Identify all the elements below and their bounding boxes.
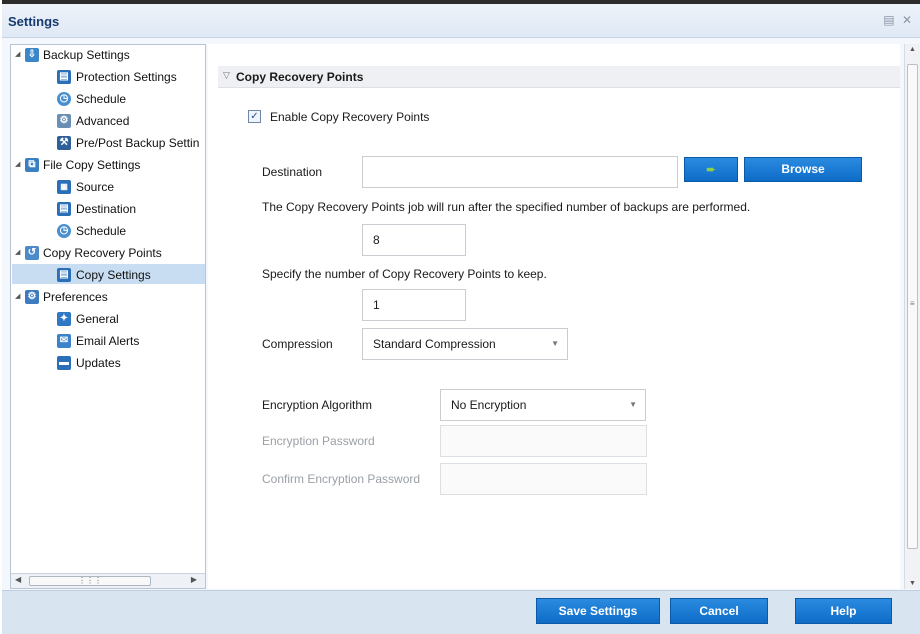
- schedule-icon: ◷: [57, 92, 71, 106]
- dropdown-caret-icon: ▼: [551, 339, 559, 348]
- section-title: Copy Recovery Points: [236, 70, 364, 84]
- tree-item-label: Destination: [76, 202, 137, 216]
- scroll-left-icon[interactable]: ◀: [15, 575, 21, 584]
- footer-bar: Save Settings Cancel Help: [2, 590, 920, 634]
- window-title: Settings: [8, 14, 60, 29]
- destination-go-button[interactable]: ➨: [684, 157, 738, 182]
- content-vertical-scrollbar[interactable]: ▲ ≡ ▼: [904, 44, 920, 589]
- tree-item-label: Source: [76, 180, 115, 194]
- grip-icon: ≡: [910, 299, 915, 308]
- tree-item-label: Copy Recovery Points: [43, 246, 162, 260]
- schedule-icon: ◷: [57, 224, 71, 238]
- restore-icon[interactable]: ▤: [883, 13, 894, 27]
- general-icon: ✦: [57, 312, 71, 326]
- keep-info-text: Specify the number of Copy Recovery Poin…: [262, 267, 547, 281]
- updates-icon: ▬: [57, 356, 71, 370]
- copy-recovery-points-icon: ↺: [25, 246, 39, 260]
- tree-horizontal-scrollbar[interactable]: ◀ ⋮⋮⋮ ▶: [11, 573, 205, 588]
- title-bar-controls: ▤ ✕: [879, 13, 912, 27]
- backups-info-text: The Copy Recovery Points job will run af…: [262, 200, 751, 214]
- confirm-password-label: Confirm Encryption Password: [262, 472, 421, 486]
- protection-settings-icon: ▤: [57, 70, 71, 84]
- settings-content-panel: ▽ Copy Recovery Points ✓ Enable Copy Rec…: [208, 44, 900, 589]
- encryption-password-input[interactable]: [440, 425, 647, 457]
- title-bar: Settings ▤ ✕: [2, 4, 920, 38]
- backup-icon: ⇩: [25, 48, 39, 62]
- copy-settings-icon: ▤: [57, 268, 71, 282]
- section-header[interactable]: ▽ Copy Recovery Points: [218, 66, 900, 88]
- settings-window: Settings ▤ ✕ ◢ ⇩ Backup Settings ▤ Prote…: [2, 0, 920, 634]
- cancel-button[interactable]: Cancel: [670, 598, 768, 624]
- scroll-right-icon[interactable]: ▶: [191, 575, 197, 584]
- enable-copy-recovery-points-label: Enable Copy Recovery Points: [270, 110, 430, 124]
- expand-arrow-icon[interactable]: ◢: [15, 45, 25, 65]
- dropdown-caret-icon: ▼: [629, 400, 637, 409]
- encryption-algorithm-label: Encryption Algorithm: [262, 398, 373, 412]
- keep-count-input[interactable]: 1: [362, 289, 466, 321]
- tree-item-label: Protection Settings: [76, 70, 177, 84]
- backups-count-input[interactable]: 8: [362, 224, 466, 256]
- encryption-algorithm-select[interactable]: No Encryption ▼: [440, 389, 646, 421]
- source-icon: ▦: [57, 180, 71, 194]
- expand-arrow-icon[interactable]: ◢: [15, 155, 25, 175]
- tree-item-label: Schedule: [76, 92, 127, 106]
- compression-value: Standard Compression: [373, 337, 496, 351]
- expand-arrow-icon[interactable]: ◢: [15, 243, 25, 263]
- scroll-thumb[interactable]: ≡: [907, 64, 918, 549]
- tree-item-label: Updates: [76, 356, 121, 370]
- pre-post-backup-icon: ⚒: [57, 136, 71, 150]
- email-alerts-icon: ✉: [57, 334, 71, 348]
- help-button[interactable]: Help: [795, 598, 892, 624]
- save-settings-button[interactable]: Save Settings: [536, 598, 660, 624]
- destination-input[interactable]: [362, 156, 678, 188]
- destination-icon: ▤: [57, 202, 71, 216]
- confirm-password-input[interactable]: [440, 463, 647, 495]
- tree-item-label: Email Alerts: [76, 334, 140, 348]
- expand-arrow-icon[interactable]: ◢: [15, 287, 25, 307]
- close-icon[interactable]: ✕: [902, 13, 912, 27]
- advanced-icon: ⚙: [57, 114, 71, 128]
- tree-item-label: Backup Settings: [43, 48, 130, 62]
- scroll-down-icon[interactable]: ▼: [909, 580, 916, 587]
- compression-label: Compression: [262, 337, 333, 351]
- preferences-icon: ⚙: [25, 290, 39, 304]
- enable-copy-recovery-points-checkbox[interactable]: ✓: [248, 110, 261, 123]
- collapse-chevron-icon[interactable]: ▽: [223, 70, 230, 81]
- tree-item-label: Schedule: [76, 224, 127, 238]
- encryption-algorithm-value: No Encryption: [451, 398, 527, 412]
- settings-tree: ◢ ⇩ Backup Settings ▤ Protection Setting…: [10, 44, 206, 589]
- file-copy-icon: ⧉: [25, 158, 39, 172]
- scroll-up-icon[interactable]: ▲: [909, 46, 916, 53]
- scroll-thumb[interactable]: ⋮⋮⋮: [29, 576, 151, 586]
- destination-label: Destination: [262, 165, 323, 179]
- encryption-password-label: Encryption Password: [262, 434, 375, 448]
- tree-item-label: Pre/Post Backup Settin: [76, 136, 200, 150]
- browse-button[interactable]: Browse: [744, 157, 862, 182]
- tree-item-label: Preferences: [43, 290, 108, 304]
- tree-item-label: Advanced: [76, 114, 130, 128]
- tree-item-label: Copy Settings: [76, 268, 151, 282]
- tree-item-label: File Copy Settings: [43, 158, 141, 172]
- tree-item-label: General: [76, 312, 119, 326]
- compression-select[interactable]: Standard Compression ▼: [362, 328, 568, 360]
- green-arrow-icon: ➨: [706, 164, 716, 176]
